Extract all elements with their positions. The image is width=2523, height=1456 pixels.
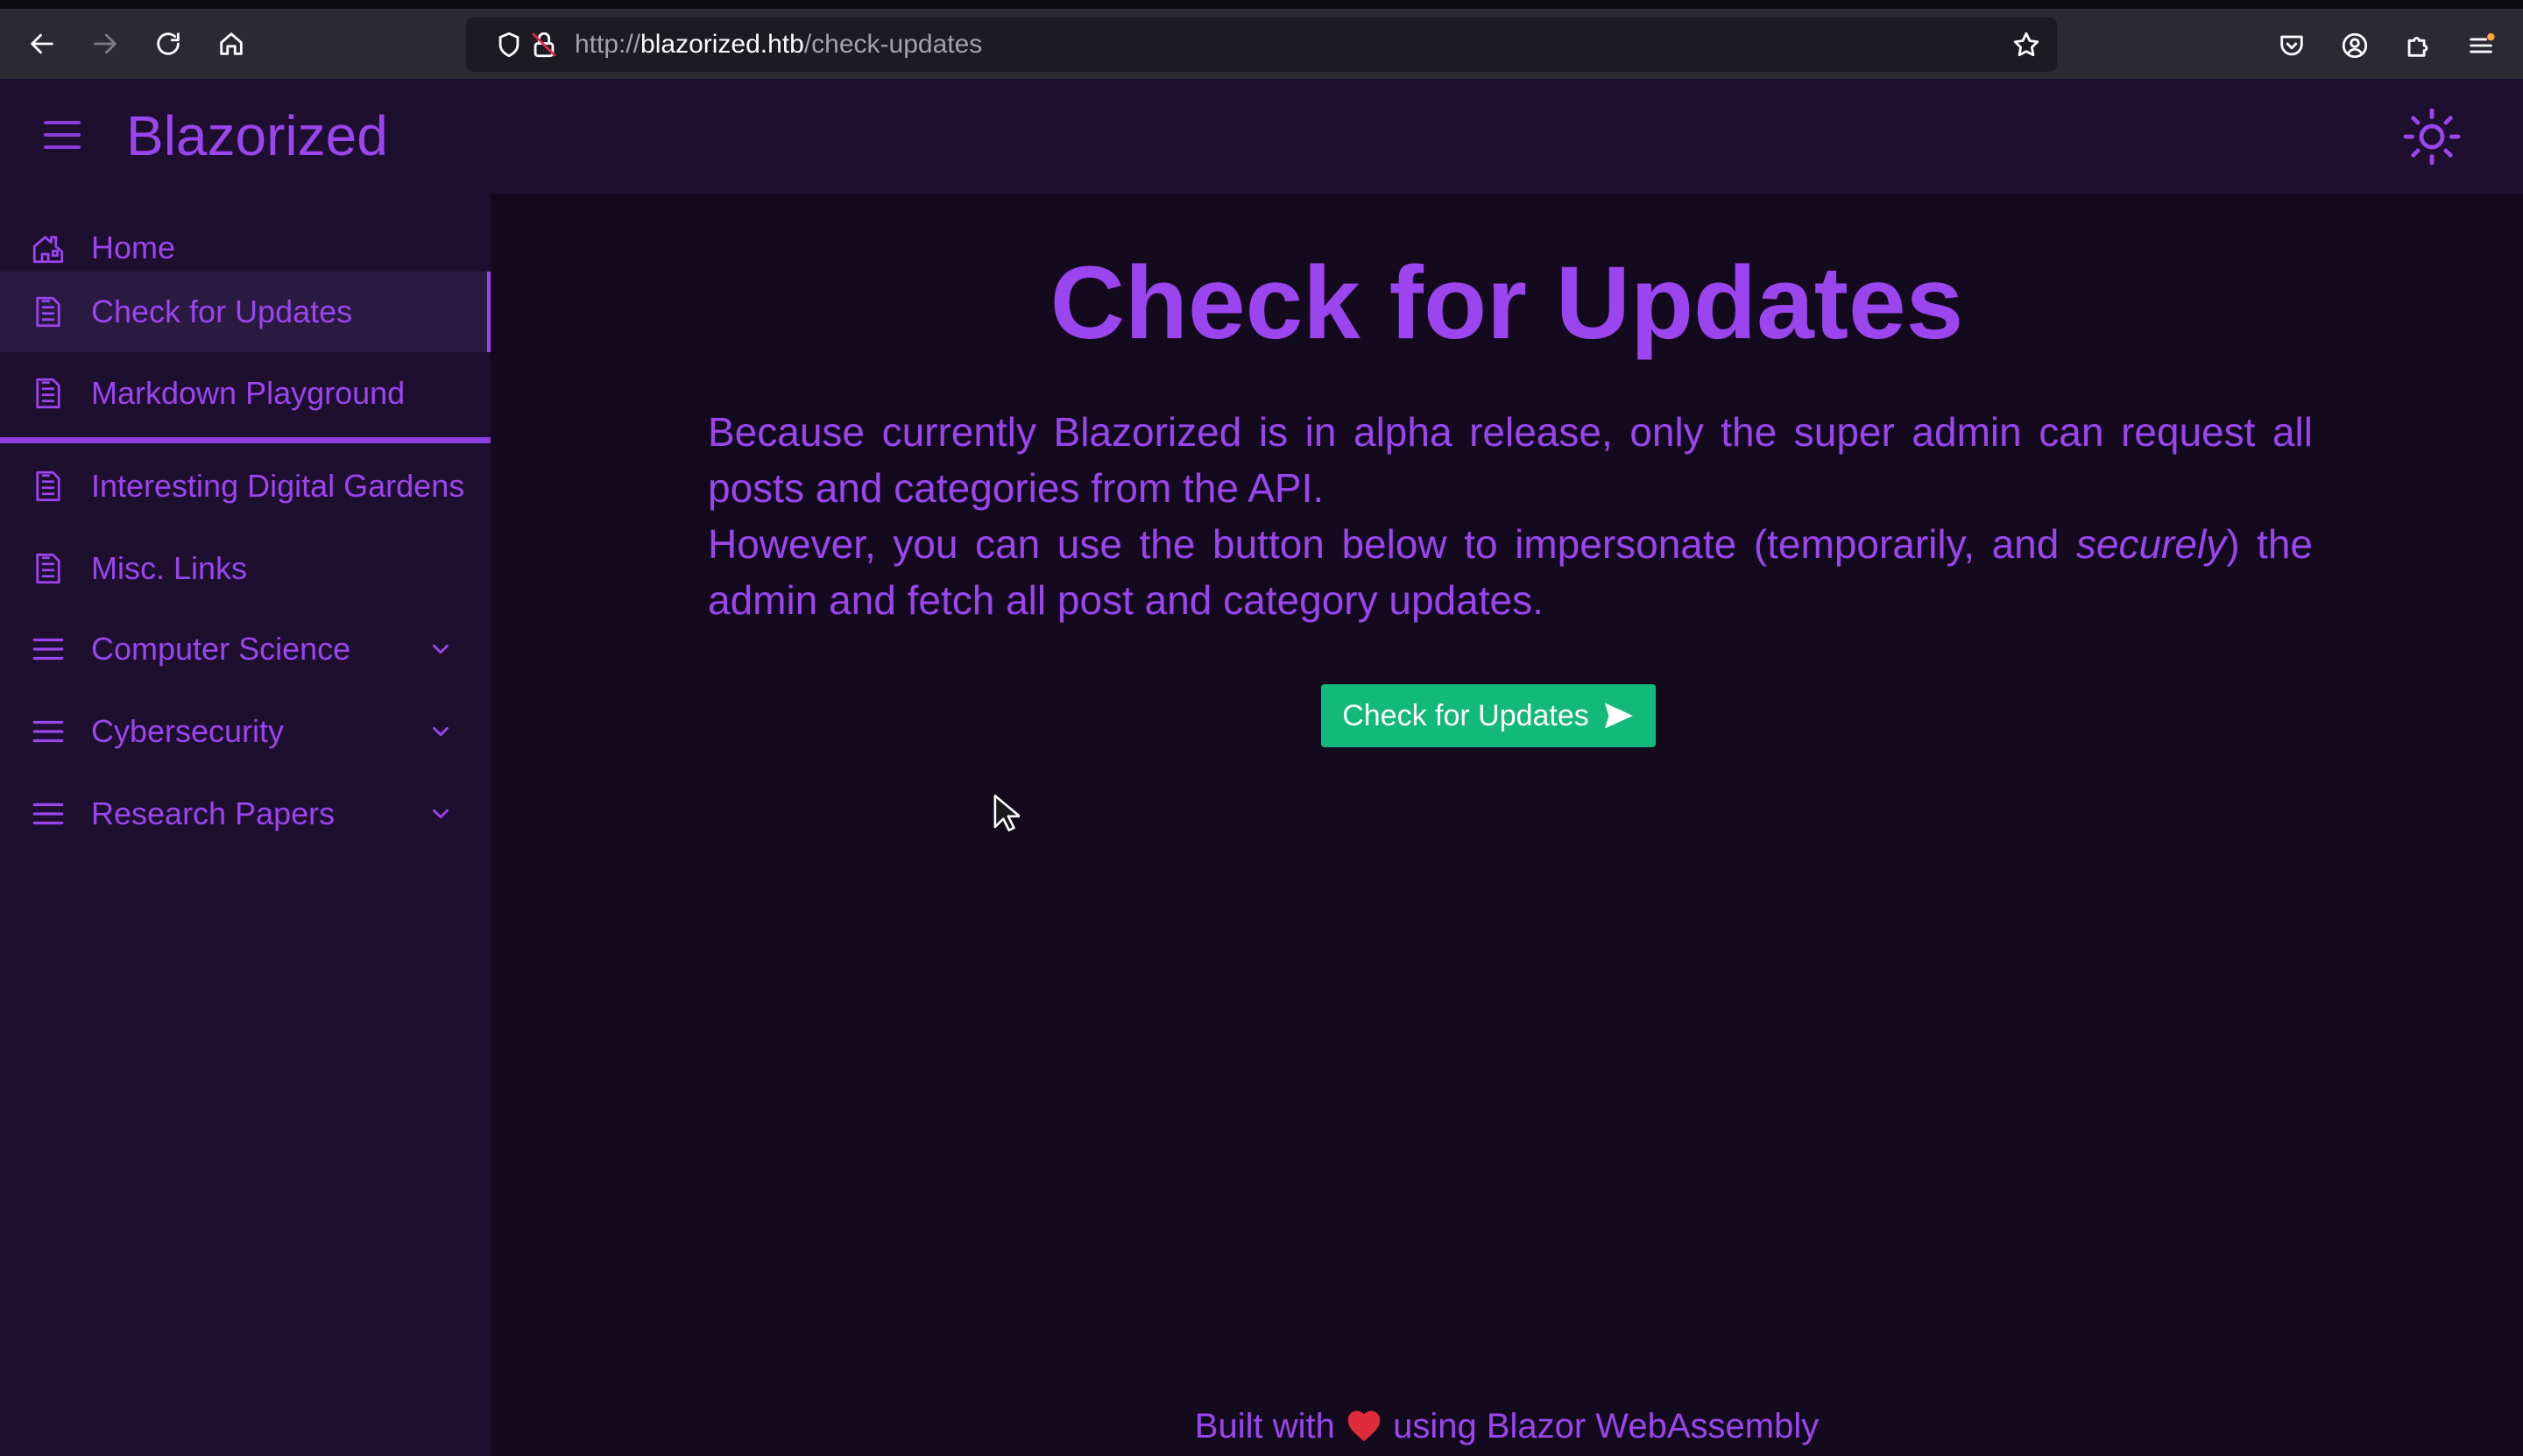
- sidebar-item-label: Research Papers: [91, 795, 336, 831]
- sidebar-item-label: Markdown Playground: [91, 375, 406, 411]
- footer-text-end: using Blazor WebAssembly: [1393, 1407, 1820, 1445]
- sidebar-item-label: Cybersecurity: [91, 713, 285, 749]
- bookmark-star-icon[interactable]: [2011, 30, 2041, 60]
- back-arrow-icon: [31, 33, 53, 54]
- sidebar-nav: Home Check for Updates Markdown Playgrou…: [0, 194, 491, 1456]
- browser-toolbar: http://blazorized.htb/check-updates: [0, 9, 2523, 79]
- sidebar-item-cybersecurity[interactable]: Cybersecurity: [0, 691, 491, 772]
- extensions-button[interactable]: [2400, 28, 2435, 63]
- main-content: Check for Updates Because currently Blaz…: [491, 194, 2523, 1456]
- sun-icon[interactable]: [2400, 105, 2463, 168]
- sidebar-item-markdown-playground[interactable]: Markdown Playground: [0, 353, 491, 434]
- heart-icon: [1347, 1410, 1381, 1442]
- document-icon: [36, 553, 60, 584]
- footer-text: Built with using Blazor WebAssembly: [491, 1407, 2523, 1446]
- url-text[interactable]: http://blazorized.htb/check-updates: [575, 18, 982, 72]
- reload-icon: [157, 32, 180, 55]
- forward-button[interactable]: [86, 25, 124, 63]
- document-icon: [36, 470, 60, 502]
- account-icon: [2342, 32, 2368, 59]
- sidebar-item-misc-links[interactable]: Misc. Links: [0, 528, 491, 609]
- window-top-edge: [0, 0, 2523, 9]
- description-paragraph-1: Because currently Blazorized is in alpha…: [708, 409, 2313, 511]
- hamburger-line: [44, 121, 81, 124]
- account-button[interactable]: [2337, 28, 2372, 63]
- menu-icon: [32, 720, 64, 743]
- hamburger-line: [44, 133, 81, 137]
- sidebar-item-computer-science[interactable]: Computer Science: [0, 609, 491, 689]
- url-host: blazorized.htb: [640, 30, 804, 59]
- menu-icon: [32, 802, 64, 825]
- house-icon: [220, 32, 243, 55]
- menu-with-badge-icon: [2470, 32, 2495, 53]
- sidebar-item-research-papers[interactable]: Research Papers: [0, 774, 491, 854]
- forward-arrow-icon: [94, 33, 117, 54]
- sidebar-item-label: Interesting Digital Gardens: [91, 468, 465, 504]
- description-paragraph-2: However, you can use the button below to…: [708, 516, 2313, 628]
- home-icon: [32, 236, 64, 264]
- button-label: Check for Updates: [1342, 698, 1589, 732]
- app-brand[interactable]: Blazorized: [126, 102, 388, 170]
- menu-icon: [32, 638, 64, 661]
- sidebar-item-check-for-updates[interactable]: Check for Updates: [0, 272, 491, 352]
- para2-text-start: However, you can use the button below to…: [708, 521, 2076, 567]
- sidebar-item-interesting-digital-gardens[interactable]: Interesting Digital Gardens: [0, 446, 491, 527]
- document-icon: [36, 296, 60, 328]
- url-path: /check-updates: [803, 30, 983, 59]
- document-icon: [36, 378, 60, 409]
- mouse-cursor-icon: [993, 795, 1020, 832]
- reload-button[interactable]: [149, 25, 187, 63]
- sidebar-divider: [0, 437, 491, 443]
- shield-icon[interactable]: [494, 30, 524, 60]
- pocket-button[interactable]: [2274, 28, 2309, 63]
- home-button[interactable]: [212, 25, 251, 63]
- description: Because currently Blazorized is in alpha…: [708, 404, 2313, 628]
- address-bar[interactable]: http://blazorized.htb/check-updates: [466, 18, 2057, 72]
- sidebar-item-label: Misc. Links: [91, 550, 248, 586]
- chevron-down-icon[interactable]: [428, 718, 454, 745]
- footer-text-start: Built with: [1194, 1407, 1335, 1445]
- sidebar-item-label: Computer Science: [91, 631, 351, 667]
- check-for-updates-button[interactable]: Check for Updates: [1321, 684, 1656, 747]
- app-menu-button[interactable]: [2463, 28, 2498, 63]
- page-title: Check for Updates: [1049, 245, 1964, 361]
- sidebar-item-label: Check for Updates: [91, 293, 353, 329]
- puzzle-icon: [2407, 37, 2428, 57]
- chevron-down-icon[interactable]: [428, 636, 454, 662]
- pocket-icon: [2280, 35, 2303, 56]
- send-arrow-icon: [1604, 703, 1633, 729]
- app-header: Blazorized: [0, 79, 2523, 194]
- hamburger-line: [44, 145, 81, 149]
- back-button[interactable]: [23, 25, 61, 63]
- chevron-down-icon[interactable]: [428, 801, 454, 827]
- sidebar-toggle-button[interactable]: [44, 121, 81, 152]
- insecure-lock-icon[interactable]: [529, 30, 559, 60]
- url-scheme: http://: [575, 30, 641, 59]
- para2-emphasis: securely: [2075, 521, 2227, 567]
- sidebar-item-label: Home: [91, 230, 176, 265]
